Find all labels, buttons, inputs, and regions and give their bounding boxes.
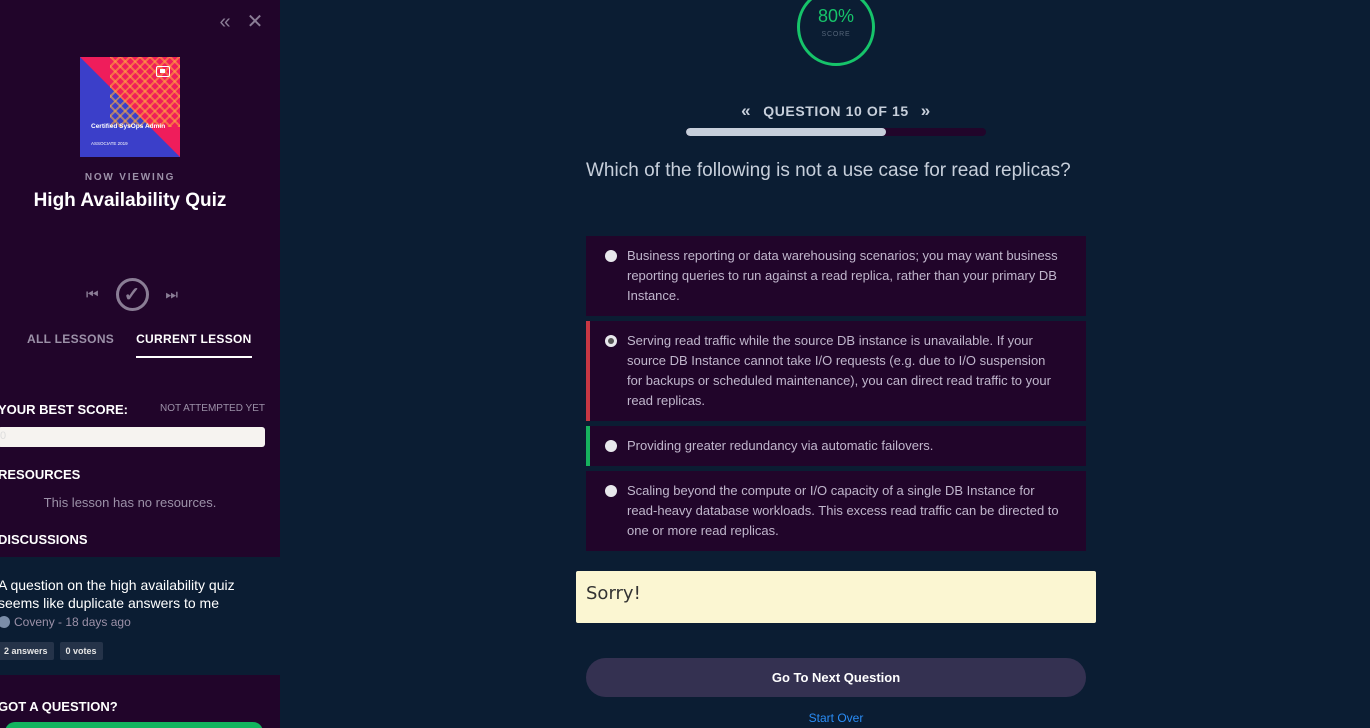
radio-button[interactable]: [605, 250, 617, 262]
discussion-badges: 2 answers 0 votes: [0, 642, 103, 660]
tab-current-lesson[interactable]: CURRENT LESSON: [136, 332, 252, 358]
start-over-link[interactable]: Start Over: [586, 711, 1086, 725]
resources-heading: RESOURCES: [0, 467, 81, 482]
sidebar: « ✕ Certified SysOps Admin ASSOCIATE 201…: [0, 0, 280, 728]
avatar: [0, 616, 10, 628]
discussions-heading: DISCUSSIONS: [0, 532, 88, 547]
answer-option-correct[interactable]: Providing greater redundancy via automat…: [586, 426, 1086, 466]
votes-badge: 0 votes: [59, 642, 103, 660]
next-question-button[interactable]: Go To Next Question: [586, 658, 1086, 697]
score-ring: 80% SCORE: [797, 0, 875, 66]
next-lesson-icon[interactable]: ⏭: [165, 286, 178, 303]
collapse-sidebar-icon[interactable]: «: [216, 12, 234, 32]
tab-all-lessons[interactable]: ALL LESSONS: [27, 332, 114, 358]
answer-options: Business reporting or data warehousing s…: [586, 236, 1086, 556]
got-a-question-heading: GOT A QUESTION?: [0, 699, 118, 714]
answer-option-text: Providing greater redundancy via automat…: [627, 438, 934, 453]
answer-option[interactable]: Scaling beyond the compute or I/O capaci…: [586, 471, 1086, 551]
answer-option-text: Scaling beyond the compute or I/O capaci…: [627, 483, 1059, 538]
radio-button[interactable]: [605, 485, 617, 497]
now-viewing-label: NOW VIEWING: [84, 172, 176, 183]
sidebar-controls: « ✕: [216, 12, 264, 32]
answers-badge: 2 answers: [0, 642, 54, 660]
tv-icon: [156, 66, 170, 77]
discussion-author-meta: Coveny - 18 days ago: [14, 615, 131, 629]
next-question-icon[interactable]: »: [921, 101, 931, 121]
question-navigation: « QUESTION 10 OF 15 »: [686, 101, 986, 121]
answer-option-selected-wrong[interactable]: Serving read traffic while the source DB…: [586, 321, 1086, 421]
answer-feedback: Sorry!: [576, 571, 1096, 623]
radio-button-selected[interactable]: [605, 335, 617, 347]
no-resources-text: This lesson has no resources.: [43, 495, 217, 510]
answer-option-text: Serving read traffic while the source DB…: [627, 333, 1051, 408]
answer-option[interactable]: Business reporting or data warehousing s…: [586, 236, 1086, 316]
close-icon[interactable]: ✕: [246, 12, 264, 32]
discussion-question[interactable]: A question on the high availability quiz…: [0, 576, 268, 612]
previous-lesson-icon[interactable]: ⏮: [86, 286, 99, 303]
best-score-status: NOT ATTEMPTED YET: [159, 403, 265, 414]
lesson-title: High Availability Quiz: [33, 190, 227, 211]
discussion-meta: Coveny - 18 days ago: [0, 615, 131, 629]
score-label: SCORE: [821, 31, 851, 38]
lesson-player-controls: ⏮ ✓ ⏭: [86, 278, 178, 311]
previous-question-icon[interactable]: «: [741, 101, 751, 121]
best-score-label: YOUR BEST SCORE:: [0, 402, 129, 417]
radio-button[interactable]: [605, 440, 617, 452]
thumbnail-title: Certified SysOps Admin: [91, 123, 166, 130]
answer-option-text: Business reporting or data warehousing s…: [627, 248, 1058, 303]
mark-complete-check-icon[interactable]: ✓: [115, 278, 149, 311]
thumbnail-subtitle: ASSOCIATE 2019: [91, 141, 128, 146]
quiz-progress-fill: [686, 128, 887, 136]
course-thumbnail: Certified SysOps Admin ASSOCIATE 2019: [80, 57, 180, 157]
question-text: Which of the following is not a use case…: [586, 160, 1071, 181]
best-score-bar: 0: [0, 427, 265, 447]
lesson-tabs: ALL LESSONS CURRENT LESSON: [27, 332, 252, 358]
ask-question-button[interactable]: [5, 722, 263, 728]
discussion-item[interactable]: A question on the high availability quiz…: [0, 557, 280, 675]
quiz-progress-bar: [686, 128, 986, 136]
best-score-value: 0: [0, 430, 7, 442]
question-counter: QUESTION 10 OF 15: [763, 103, 909, 119]
score-percent: 80%: [817, 6, 855, 26]
